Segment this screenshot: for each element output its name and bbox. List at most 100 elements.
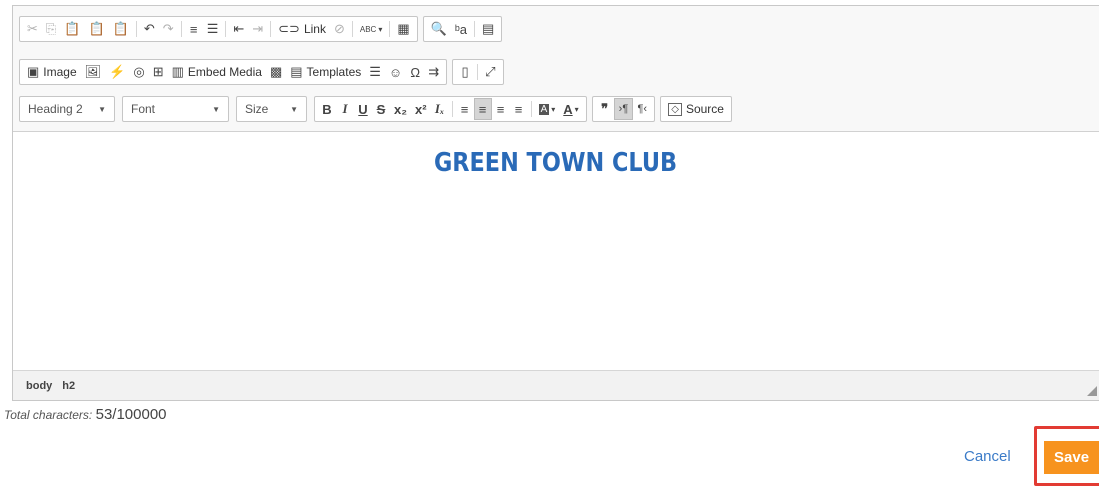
block-group: ❞ ›¶ ¶‹ [591,96,656,122]
path-item-body[interactable]: body [26,380,52,392]
separator [451,101,453,117]
italic-icon[interactable]: I [336,98,354,120]
toolbar-row-3: Heading 2 ▼ Font ▼ Size ▼ B I U S x₂ x² … [19,96,737,122]
table-icon[interactable]: ▦ [393,18,413,40]
find-group: 🔍 ᵇa ▤ [422,16,503,42]
view-group: ▯ ⤢ [452,59,504,85]
video-icon[interactable]: ▩ [266,61,286,83]
separator [351,21,353,37]
separator [270,21,272,37]
align-left-icon[interactable]: ≡ [456,98,474,120]
templates-icon: ▤ [290,64,303,79]
undo-icon[interactable]: ↶ [140,18,159,40]
find-icon[interactable]: 🔍 [427,18,451,40]
toolbar-row-2: ▣ Image 🖼 ⚡ ◎ ⊞ ▥ Embed Media ▩ ▤ Templa… [19,59,509,85]
maximize-icon[interactable]: ⤢ [481,61,499,83]
background-color-button[interactable]: A ▾ [535,98,560,120]
decrease-indent-icon[interactable]: ⇤ [229,18,248,40]
increase-indent-icon[interactable]: ⇥ [248,18,267,40]
separator [180,21,182,37]
resize-handle-icon[interactable] [1087,386,1097,396]
cut-icon[interactable]: ✂ [23,18,42,40]
spellcheck-icon: ABC [359,24,377,34]
iframe-icon[interactable]: ◎ [129,61,148,83]
strikethrough-icon[interactable]: S [372,98,390,120]
editor-toolbar: ✂ ⎘ 📋 📋 📋 ↶ ↷ ≡ ☰ ⇤ ⇥ ⊂⊃ Link ⊘ ABC ▾ ▦ … [13,6,1099,132]
link-icon: ⊂⊃ [278,21,300,36]
show-blocks-icon[interactable]: ▯ [456,61,474,83]
underline-icon[interactable]: U [354,98,372,120]
embed-media-label: Embed Media [187,65,262,79]
content-heading[interactable]: GREEN TOWN CLUB [89,148,1022,178]
cancel-button[interactable]: Cancel [964,448,1011,465]
templates-label: Templates [306,65,362,79]
counter-label: Total characters: [4,408,93,422]
chevron-down-icon: ▾ [378,24,383,34]
separator [389,21,391,37]
paste-word-icon[interactable]: 📋 [109,18,133,40]
font-dropdown[interactable]: Font ▼ [122,96,229,122]
paste-icon[interactable]: 📋 [60,18,84,40]
link-label: Link [303,22,326,36]
bulleted-list-icon[interactable]: ☰ [203,18,223,40]
embed-media-button[interactable]: ▥ Embed Media [168,61,266,83]
format-dropdown-value: Heading 2 [28,102,83,116]
insert-group: ▣ Image 🖼 ⚡ ◎ ⊞ ▥ Embed Media ▩ ▤ Templa… [19,59,448,85]
paste-text-icon[interactable]: 📋 [85,18,109,40]
separator [225,21,227,37]
separator [135,21,137,37]
page-break-icon[interactable]: ⊞ [149,61,168,83]
text-color-icon: A [563,101,573,117]
format-dropdown[interactable]: Heading 2 ▼ [19,96,115,122]
flash-icon[interactable]: ⚡ [105,61,129,83]
image-upload-icon[interactable]: 🖼 [81,61,106,83]
separator [477,64,479,80]
source-button[interactable]: ◇ Source [664,98,728,120]
chevron-down-icon: ▼ [290,104,298,114]
spellcheck-button[interactable]: ABC ▾ [356,18,386,40]
separator [473,21,475,37]
chevron-down-icon: ▾ [551,104,556,114]
separator [530,101,532,117]
copy-icon[interactable]: ⎘ [42,18,60,40]
size-dropdown[interactable]: Size ▼ [236,96,307,122]
background-color-icon: A [538,103,550,115]
image-label: Image [43,65,77,79]
special-char-icon[interactable]: Ω [406,61,424,83]
numbered-list-icon[interactable]: ≡ [185,18,203,40]
editor-content-area[interactable]: GREEN TOWN CLUB [13,132,1099,372]
source-group: ◇ Source [660,96,732,122]
select-all-icon[interactable]: ▤ [478,18,498,40]
link-button[interactable]: ⊂⊃ Link [274,18,330,40]
save-button[interactable]: Save [1044,441,1099,474]
chevron-down-icon: ▾ [574,104,579,114]
align-right-icon[interactable]: ≡ [492,98,510,120]
image-button[interactable]: ▣ Image [23,61,81,83]
justify-icon[interactable]: ≡ [510,98,528,120]
remove-format-icon[interactable]: Iₓ [431,98,449,120]
character-counter: Total characters: 53/100000 [4,406,167,423]
blockquote-icon[interactable]: ❞ [596,98,614,120]
insert-anchor-icon[interactable]: ⇉ [424,61,443,83]
bold-icon[interactable]: B [318,98,336,120]
unlink-icon[interactable]: ⊘ [330,18,349,40]
superscript-icon[interactable]: x² [411,98,431,120]
size-dropdown-value: Size [245,102,269,116]
path-item-h2[interactable]: h2 [62,380,75,392]
redo-icon[interactable]: ↷ [159,18,178,40]
toolbar-row-1: ✂ ⎘ 📋 📋 📋 ↶ ↷ ≡ ☰ ⇤ ⇥ ⊂⊃ Link ⊘ ABC ▾ ▦ … [19,16,507,42]
horizontal-line-icon[interactable]: ☰ [365,61,385,83]
ltr-direction-icon[interactable]: ›¶ [613,98,634,120]
align-center-icon[interactable]: ≡ [473,98,492,120]
text-color-button[interactable]: A ▾ [559,98,582,120]
replace-icon[interactable]: ᵇa [451,18,471,40]
smiley-icon[interactable]: ☺ [385,61,406,83]
chevron-down-icon: ▼ [98,104,106,114]
subscript-icon[interactable]: x₂ [390,98,411,120]
clipboard-group: ✂ ⎘ 📋 📋 📋 ↶ ↷ ≡ ☰ ⇤ ⇥ ⊂⊃ Link ⊘ ABC ▾ ▦ [19,16,418,42]
templates-button[interactable]: ▤ Templates [286,61,365,83]
elements-path-bar: body h2 [13,370,1099,400]
font-dropdown-value: Font [131,102,156,116]
rtl-direction-icon[interactable]: ¶‹ [633,98,651,120]
source-icon: ◇ [668,102,682,116]
